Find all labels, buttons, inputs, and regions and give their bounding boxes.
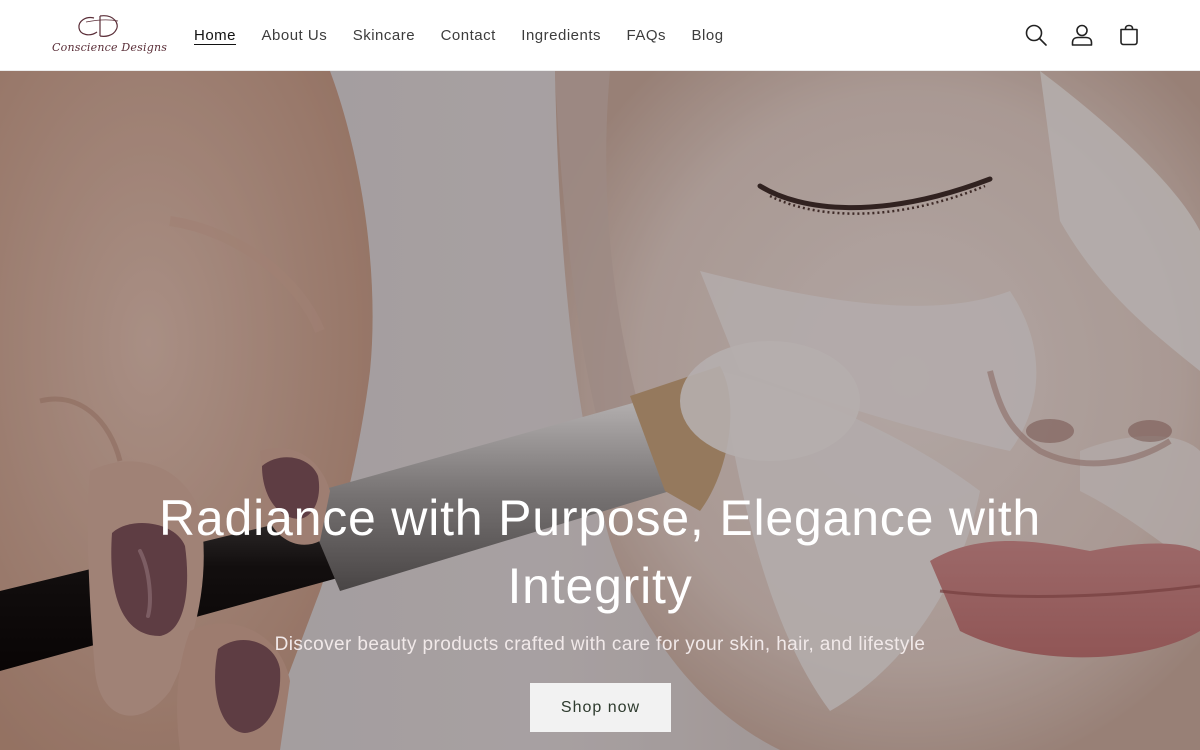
nav-item-ingredients[interactable]: Ingredients [511, 27, 611, 44]
nav-item-blog[interactable]: Blog [682, 27, 734, 44]
hero-subtitle: Discover beauty products crafted with ca… [274, 634, 926, 655]
hero-title: Radiance with Purpose, Elegance with Int… [158, 490, 1042, 614]
account-button[interactable] [1067, 20, 1097, 50]
hero-banner: Radiance with Purpose, Elegance with Int… [0, 71, 1200, 750]
nav-item-home[interactable]: Home [184, 27, 246, 44]
account-icon [1071, 24, 1093, 46]
search-button[interactable] [1021, 20, 1051, 50]
brand-name: Conscience Designs [52, 41, 168, 54]
nav-item-about-us[interactable]: About Us [252, 27, 338, 44]
shop-now-button[interactable]: Shop now [530, 683, 671, 732]
monogram-mark [78, 15, 119, 37]
site-header: Conscience Designs Home About Us Skincar… [0, 0, 1200, 71]
nav-item-skincare[interactable]: Skincare [343, 27, 425, 44]
search-icon [1025, 24, 1047, 46]
cart-icon [1120, 24, 1138, 46]
brand-logo[interactable]: Conscience Designs [52, 12, 168, 58]
nav-item-faqs[interactable]: FAQs [617, 27, 677, 44]
cart-button[interactable] [1114, 20, 1144, 50]
hero-content: Radiance with Purpose, Elegance with Int… [0, 71, 1200, 750]
main-nav: Home About Us Skincare Contact Ingredien… [184, 0, 739, 70]
nav-item-contact[interactable]: Contact [431, 27, 506, 44]
